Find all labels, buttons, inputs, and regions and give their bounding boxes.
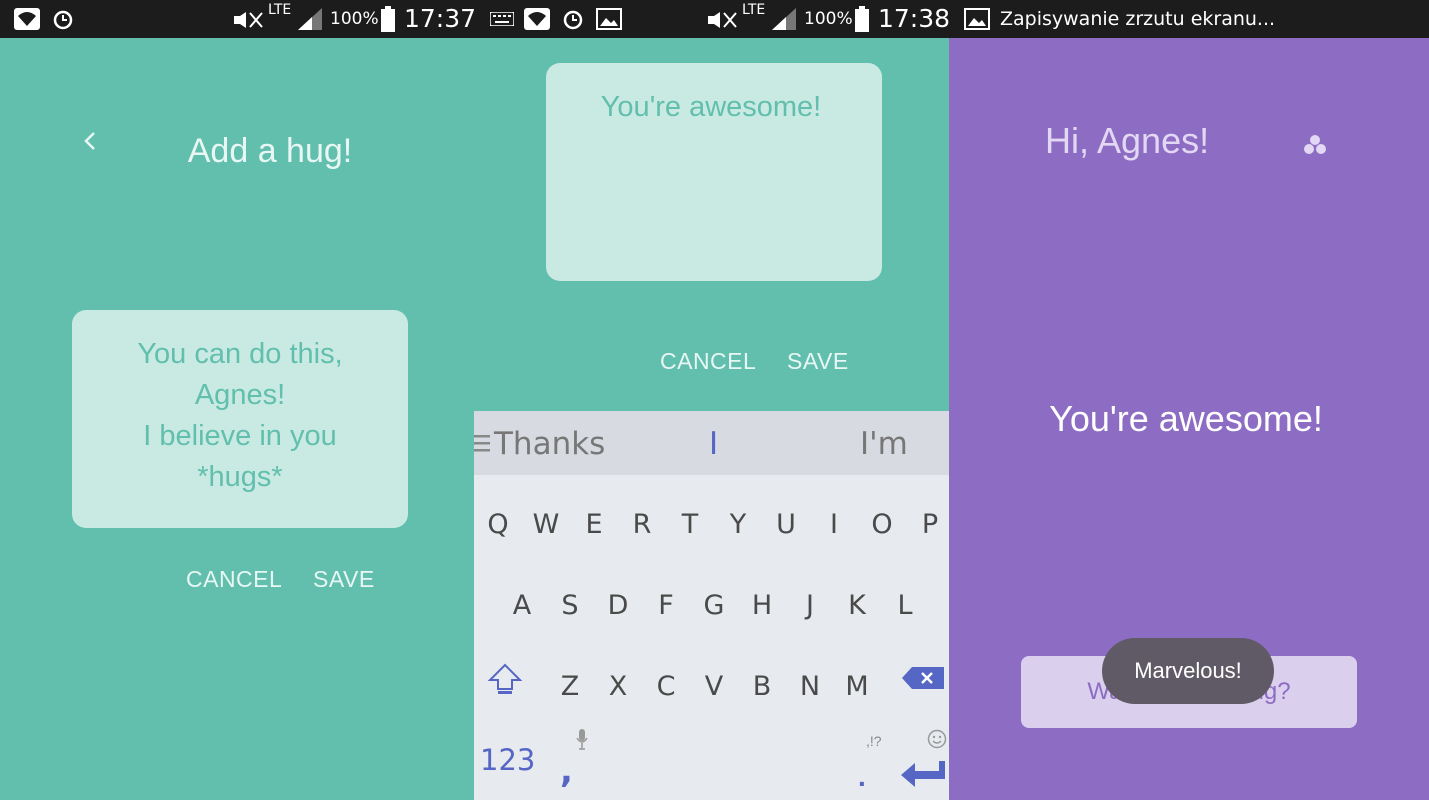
toast-text: Marvelous!	[1134, 658, 1242, 683]
hug-message-card[interactable]: You can do this, Agnes! I believe in you…	[72, 310, 408, 528]
key[interactable]: V	[694, 671, 734, 702]
suggestion-item[interactable]: I	[709, 426, 718, 462]
punctuation-hint: ,!?	[866, 733, 882, 749]
key[interactable]: M	[837, 671, 877, 702]
mute-icon	[706, 10, 738, 35]
key[interactable]: L	[885, 590, 925, 621]
cancel-button[interactable]: CANCEL	[186, 566, 282, 593]
greeting-title: Hi, Agnes!	[1045, 120, 1210, 161]
hug-message: You're awesome!	[1049, 398, 1323, 439]
mic-icon[interactable]	[576, 729, 588, 756]
key[interactable]: G	[694, 590, 734, 621]
screen-greeting: Hi, Agnes! You're awesome! Want another …	[949, 38, 1429, 800]
save-button[interactable]: SAVE	[787, 348, 849, 375]
back-icon[interactable]	[82, 130, 98, 157]
page-title: Add a hug!	[187, 132, 353, 170]
key[interactable]: B	[742, 671, 782, 702]
hug-message-input[interactable]: You're awesome!	[546, 63, 882, 281]
key[interactable]: T	[670, 509, 710, 540]
suggestion-item[interactable]: Thanks	[494, 426, 605, 462]
status-time: 17:38	[878, 4, 951, 33]
enter-icon[interactable]	[901, 761, 945, 792]
key[interactable]: A	[502, 590, 542, 621]
mute-icon	[232, 10, 264, 35]
key[interactable]: P	[910, 509, 950, 540]
battery-percent: 100%	[804, 9, 853, 29]
alarm-icon	[562, 8, 584, 35]
message-line: You can do this,	[137, 338, 343, 370]
key[interactable]: R	[622, 509, 662, 540]
emoji-icon[interactable]	[927, 729, 947, 754]
menu-icon[interactable]	[474, 433, 490, 458]
key[interactable]: S	[550, 590, 590, 621]
toast: Marvelous!	[1102, 638, 1274, 704]
message-line: *hugs*	[197, 461, 283, 493]
backspace-icon[interactable]	[902, 667, 944, 694]
numbers-key[interactable]: 123	[480, 743, 535, 777]
network-label: LTE	[742, 2, 766, 18]
menu-dots-icon[interactable]	[1303, 134, 1327, 161]
battery-icon	[381, 6, 395, 37]
key[interactable]: F	[646, 590, 686, 621]
key[interactable]: I	[814, 509, 854, 540]
soft-keyboard: Thanks I I'm Q W E R T Y U I O P A S D F…	[474, 411, 949, 800]
shift-icon[interactable]	[487, 663, 523, 700]
status-bar: LTE 100% 17:37 LTE 100% 17:38 Zapisywani…	[0, 0, 1429, 38]
message-text: You're awesome!	[600, 91, 822, 123]
wifi-icon	[14, 8, 40, 35]
key[interactable]: Z	[550, 671, 590, 702]
key[interactable]: H	[742, 590, 782, 621]
wifi-icon	[524, 8, 550, 35]
screen-add-hug: Add a hug! You can do this, Agnes! I bel…	[0, 38, 474, 800]
key[interactable]: J	[790, 590, 830, 621]
key[interactable]: O	[862, 509, 902, 540]
key[interactable]: E	[574, 509, 614, 540]
battery-percent: 100%	[330, 9, 379, 29]
key[interactable]: N	[790, 671, 830, 702]
key[interactable]: X	[598, 671, 638, 702]
key[interactable]: K	[837, 590, 877, 621]
comma-key[interactable]: ,	[560, 751, 573, 791]
keyboard-icon	[489, 11, 515, 31]
suggestion-item[interactable]: I'm	[860, 426, 908, 462]
screen-edit-hug: You're awesome! CANCEL SAVE	[474, 38, 949, 411]
battery-icon	[855, 6, 869, 37]
key[interactable]: Q	[478, 509, 518, 540]
cancel-button[interactable]: CANCEL	[660, 348, 756, 375]
screenshot-icon	[964, 8, 990, 35]
signal-icon	[298, 8, 322, 35]
key[interactable]: U	[766, 509, 806, 540]
key[interactable]: Y	[718, 509, 758, 540]
message-line: Agnes!	[194, 379, 286, 411]
key[interactable]: D	[598, 590, 638, 621]
signal-icon	[772, 8, 796, 35]
key[interactable]: W	[526, 509, 566, 540]
key[interactable]: C	[646, 671, 686, 702]
period-key[interactable]: .	[858, 761, 866, 793]
image-icon	[596, 8, 622, 35]
save-button[interactable]: SAVE	[313, 566, 375, 593]
message-line: I believe in you	[143, 420, 337, 452]
alarm-icon	[52, 8, 74, 35]
status-time: 17:37	[404, 4, 477, 33]
notification-text: Zapisywanie zrzutu ekranu...	[1000, 8, 1276, 30]
suggestion-bar: Thanks I I'm	[474, 411, 949, 475]
network-label: LTE	[268, 2, 292, 18]
